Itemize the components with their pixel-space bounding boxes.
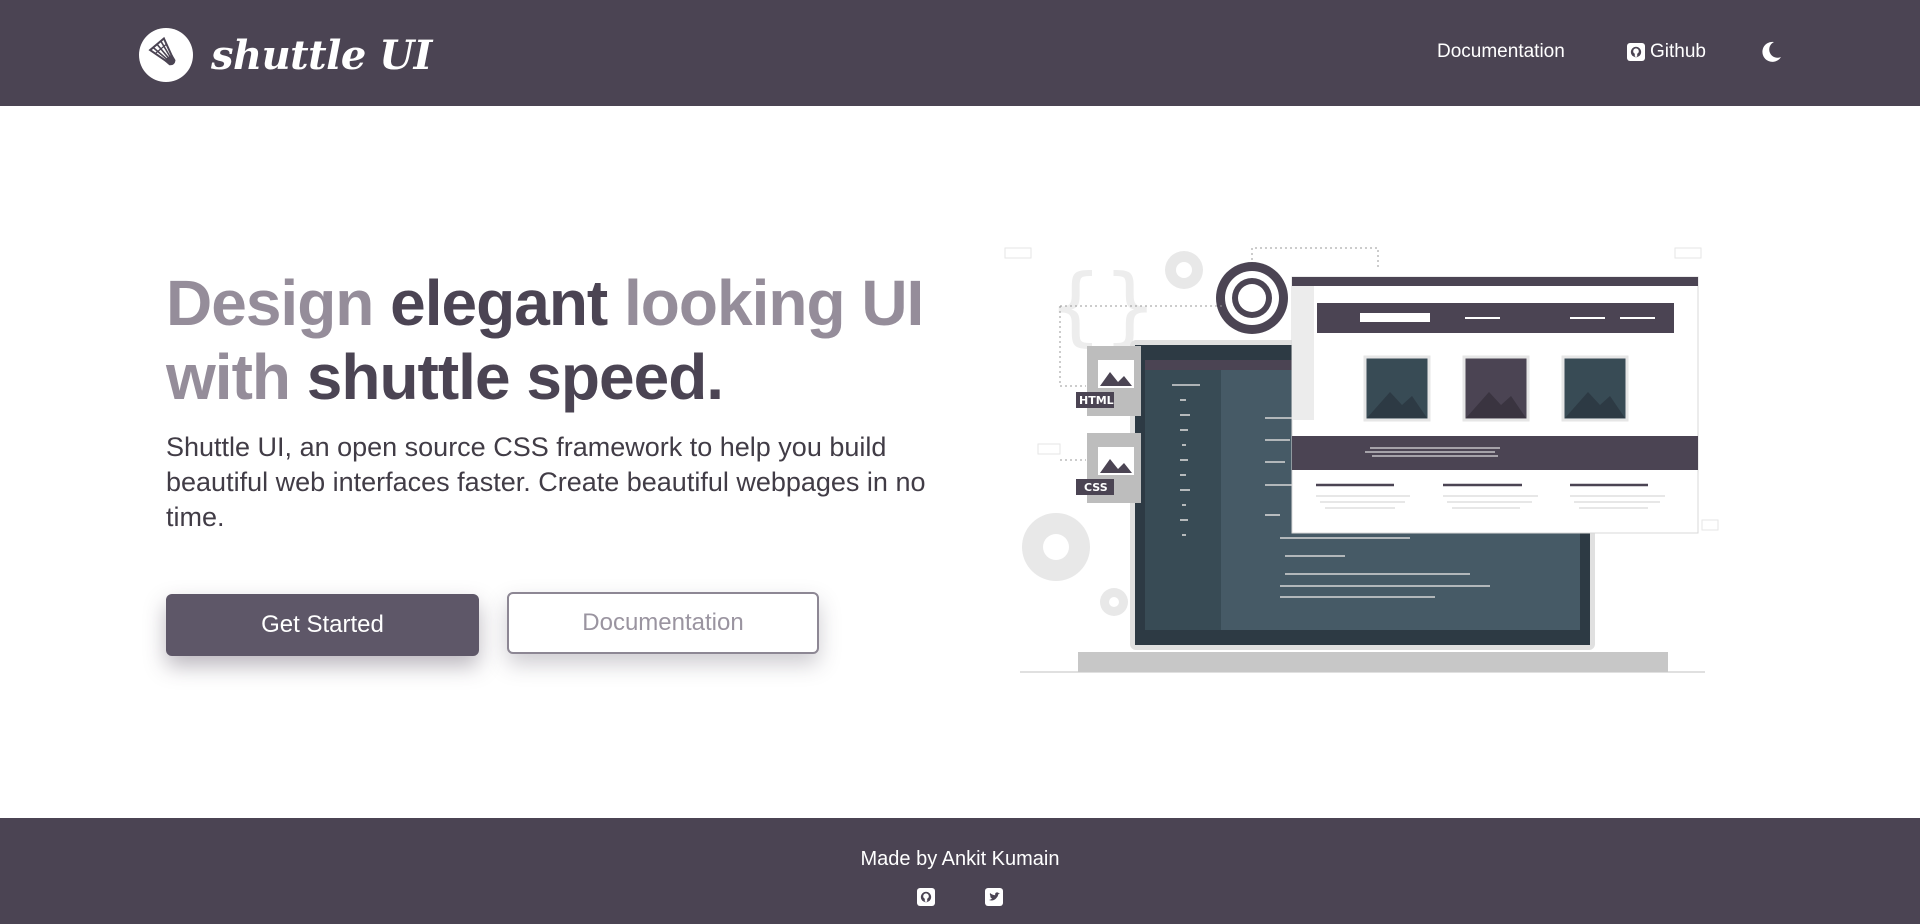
github-icon <box>1627 43 1645 61</box>
footer: Made by Ankit Kumain <box>0 818 1920 924</box>
documentation-button[interactable]: Documentation <box>507 592 819 654</box>
moon-icon <box>1762 41 1781 62</box>
twitter-icon[interactable] <box>985 888 1003 906</box>
navbar: shuttle UI Documentation Github <box>0 0 1920 106</box>
hero-title-word: elegant <box>390 267 624 339</box>
nav-github-link[interactable]: Github <box>1627 41 1706 63</box>
hero-description: Shuttle UI, an open source CSS framework… <box>166 432 926 532</box>
hero-title: Design elegant looking UI with shuttle sp… <box>166 266 926 414</box>
get-started-button[interactable]: Get Started <box>166 594 479 656</box>
nav-github-label: Github <box>1650 41 1706 62</box>
hero-title-word: with <box>166 341 307 413</box>
hero-title-word: shuttle speed. <box>306 341 724 413</box>
github-icon[interactable] <box>917 888 935 906</box>
theme-toggle-button[interactable] <box>1758 39 1784 65</box>
hero-title-word: looking UI <box>624 267 924 339</box>
nav-documentation-link[interactable]: Documentation <box>1437 41 1565 63</box>
hero-title-word: Design <box>166 267 391 339</box>
brand-link[interactable]: shuttle UI <box>139 28 432 82</box>
footer-credit: Made by Ankit Kumain <box>860 848 1060 870</box>
hero-illustration: {} HTML CSS <box>1004 247 1719 673</box>
html-badge: HTML <box>1079 394 1114 407</box>
css-badge: CSS <box>1084 481 1108 494</box>
brand-name: shuttle UI <box>211 31 432 79</box>
gear-dark-icon <box>1216 262 1288 334</box>
shuttlecock-icon <box>139 28 193 82</box>
